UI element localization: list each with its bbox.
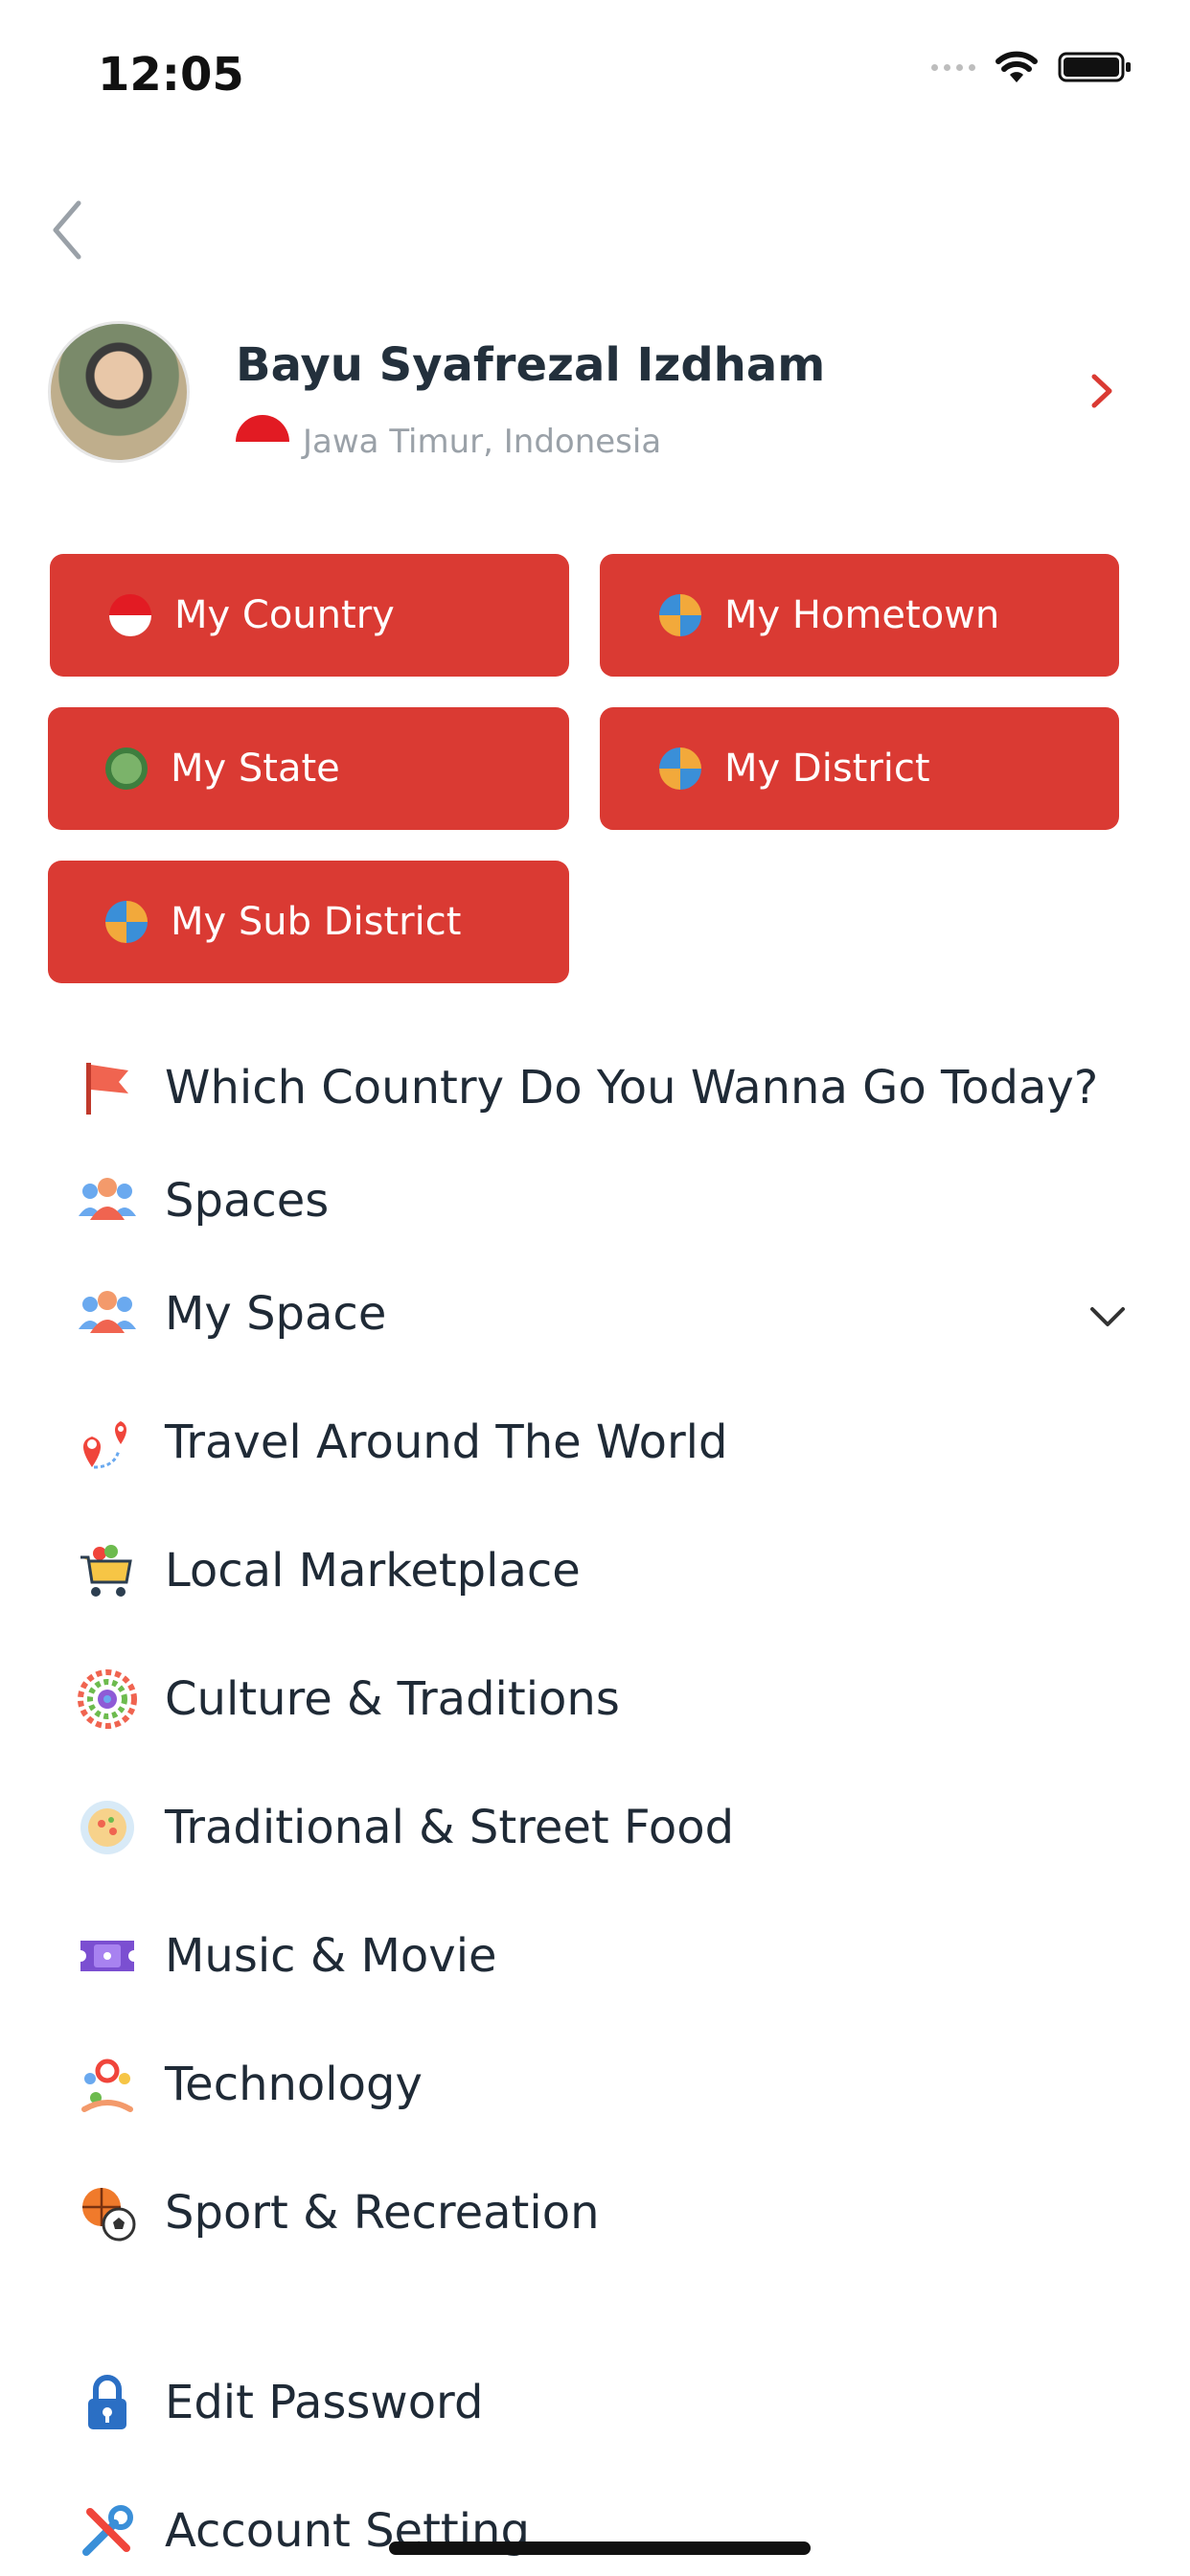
sports-balls-icon bbox=[77, 2182, 138, 2243]
status-icons bbox=[931, 50, 1133, 84]
status-bar: 12:05 bbox=[0, 0, 1190, 153]
menu-label: Traditional & Street Food bbox=[165, 1801, 735, 1854]
ticket-icon bbox=[77, 1925, 138, 1987]
indonesia-flag-icon bbox=[236, 415, 289, 469]
menu-item-music-movie[interactable]: Music & Movie bbox=[77, 1913, 1131, 1999]
menu-label: Music & Movie bbox=[165, 1929, 497, 1983]
menu-label: Edit Password bbox=[165, 2376, 484, 2429]
button-label: My Hometown bbox=[724, 593, 1000, 637]
chevron-right-icon[interactable] bbox=[1083, 367, 1121, 415]
menu-label: Which Country Do You Wanna Go Today? bbox=[165, 1061, 1099, 1115]
home-indicator[interactable] bbox=[389, 2542, 811, 2555]
technology-icon bbox=[77, 2054, 138, 2115]
globe-icon bbox=[659, 748, 701, 790]
menu-item-sport[interactable]: Sport & Recreation bbox=[77, 2170, 1131, 2256]
menu-label: My Space bbox=[165, 1287, 387, 1341]
my-district-button[interactable]: My District bbox=[600, 707, 1119, 830]
menu-item-food[interactable]: Traditional & Street Food bbox=[77, 1784, 1131, 1871]
menu-item-culture[interactable]: Culture & Traditions bbox=[77, 1656, 1131, 1742]
profile-header[interactable]: Bayu Syafrezal Izdham Jawa Timur, Indone… bbox=[48, 321, 1121, 469]
menu-item-which-country[interactable]: Which Country Do You Wanna Go Today? bbox=[77, 1045, 1131, 1131]
signal-icon bbox=[931, 63, 975, 71]
people-icon bbox=[77, 1283, 138, 1345]
button-label: My State bbox=[171, 747, 340, 791]
tools-icon bbox=[77, 2500, 138, 2562]
globe-icon bbox=[105, 901, 148, 943]
menu-item-travel[interactable]: Travel Around The World bbox=[77, 1399, 1131, 1485]
food-plate-icon bbox=[77, 1797, 138, 1858]
menu-item-account-setting[interactable]: Account Setting bbox=[77, 2488, 1131, 2574]
chevron-down-icon[interactable] bbox=[1085, 1294, 1131, 1340]
status-time: 12:05 bbox=[98, 48, 244, 102]
location-text: Jawa Timur, Indonesia bbox=[303, 423, 662, 461]
shopping-cart-icon bbox=[77, 1540, 138, 1601]
state-emblem-icon bbox=[105, 748, 148, 790]
profile-name: Bayu Syafrezal Izdham bbox=[236, 338, 826, 392]
my-hometown-button[interactable]: My Hometown bbox=[600, 554, 1119, 677]
menu-item-technology[interactable]: Technology bbox=[77, 2041, 1131, 2128]
my-state-button[interactable]: My State bbox=[48, 707, 569, 830]
globe-icon bbox=[659, 594, 701, 636]
flag-icon bbox=[77, 1057, 138, 1118]
button-label: My Sub District bbox=[171, 900, 462, 944]
button-label: My Country bbox=[174, 593, 395, 637]
button-label: My District bbox=[724, 747, 930, 791]
avatar[interactable] bbox=[48, 321, 190, 463]
my-country-button[interactable]: My Country bbox=[50, 554, 569, 677]
map-pins-icon bbox=[77, 1412, 138, 1473]
chevron-left-icon bbox=[53, 200, 81, 260]
menu-label: Culture & Traditions bbox=[165, 1672, 620, 1726]
menu-label: Technology bbox=[165, 2058, 423, 2111]
lock-icon bbox=[77, 2372, 138, 2433]
profile-location: Jawa Timur, Indonesia bbox=[236, 415, 661, 469]
people-icon bbox=[77, 1170, 138, 1231]
my-sub-district-button[interactable]: My Sub District bbox=[48, 861, 569, 983]
menu-label: Sport & Recreation bbox=[165, 2186, 600, 2240]
mandala-icon bbox=[77, 1668, 138, 1730]
menu-item-my-space[interactable]: My Space bbox=[77, 1271, 1131, 1357]
wifi-icon bbox=[995, 51, 1038, 82]
menu-label: Travel Around The World bbox=[165, 1415, 728, 1469]
menu-item-edit-password[interactable]: Edit Password bbox=[77, 2359, 1131, 2446]
menu-label: Local Marketplace bbox=[165, 1544, 581, 1598]
menu-label: Spaces bbox=[165, 1174, 330, 1228]
menu-item-spaces[interactable]: Spaces bbox=[77, 1158, 1131, 1244]
back-button[interactable] bbox=[40, 192, 98, 268]
indonesia-flag-icon bbox=[109, 594, 151, 636]
battery-icon bbox=[1058, 52, 1131, 82]
menu-item-marketplace[interactable]: Local Marketplace bbox=[77, 1528, 1131, 1614]
